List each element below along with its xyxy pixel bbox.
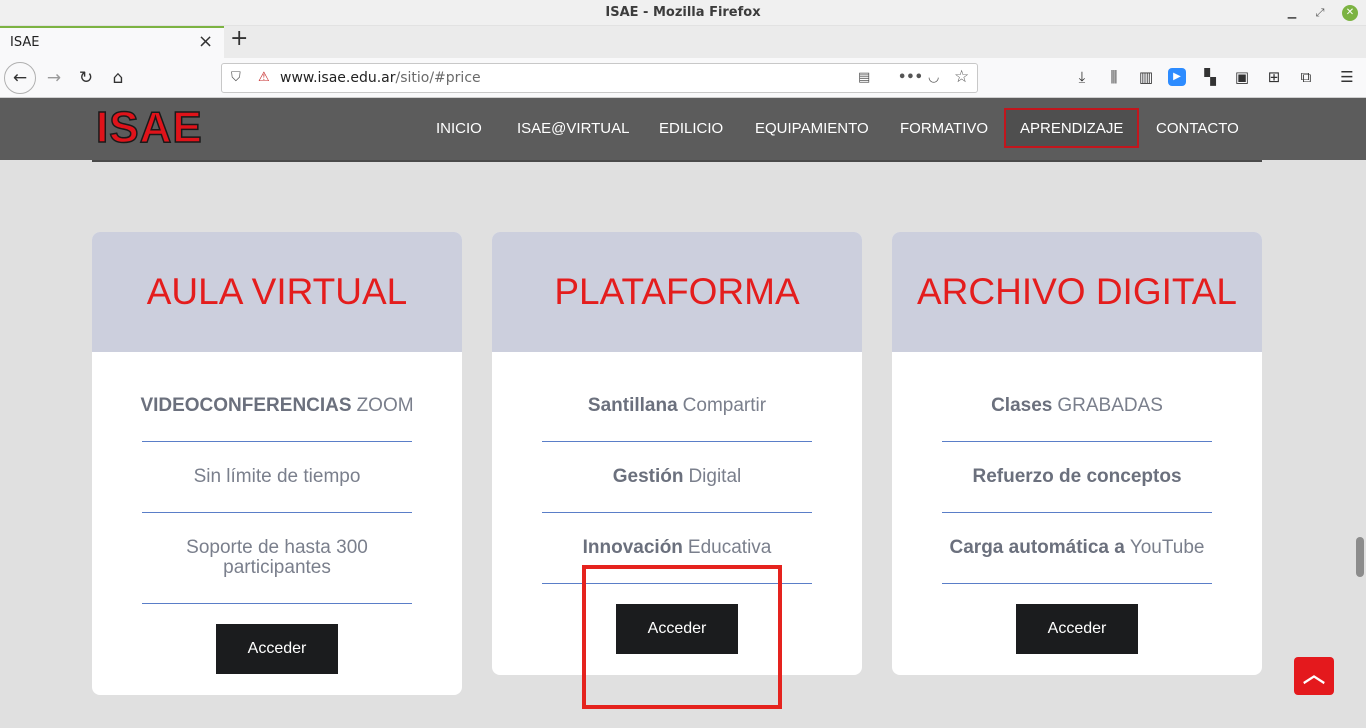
tab-strip: ISAE × + (0, 26, 1366, 58)
feature-bold: Refuerzo de conceptos (972, 466, 1182, 487)
feature-text: Digital (688, 466, 742, 487)
zoom-extension-icon[interactable]: ▶ (1168, 68, 1186, 86)
pocket-icon[interactable]: ◡ (928, 70, 939, 85)
card-title: PLATAFORMA (554, 271, 800, 312)
acceder-button[interactable]: Acceder (216, 624, 338, 674)
home-icon[interactable]: ⌂ (104, 64, 132, 92)
site-logo[interactable]: ISAE (95, 105, 203, 151)
highlight-annotation-box (582, 565, 782, 709)
library-icon[interactable]: ⫼ (1103, 68, 1125, 86)
card-archivo-digital: ARCHIVO DIGITAL Clases GRABADAS Refuerzo … (892, 232, 1262, 675)
tracking-shield-icon[interactable]: ⛉ (231, 70, 241, 85)
hamburger-menu-icon[interactable]: ☰ (1336, 68, 1358, 86)
section-divider (92, 160, 1262, 162)
bookmark-star-icon[interactable]: ☆ (954, 67, 969, 87)
feature-text: Soporte de hasta 300 participantes (186, 537, 368, 578)
reader-view-icon[interactable]: ▤ (858, 70, 870, 85)
feature-item: VIDEOCONFERENCIAS ZOOM (140, 352, 414, 442)
card-title: ARCHIVO DIGITAL (916, 271, 1238, 312)
feature-item: Clases GRABADAS (942, 352, 1212, 442)
page-scrollbar[interactable] (1356, 537, 1364, 577)
page-actions-icon[interactable]: ••• (898, 70, 923, 85)
feature-text: Sin límite de tiempo (193, 466, 361, 487)
feature-bold: VIDEOCONFERENCIAS (140, 394, 352, 416)
insecure-lock-icon[interactable]: ⚠ (258, 70, 270, 85)
url-bar[interactable]: ⛉ ⚠ www.isae.edu.ar/sitio/#price ▤ ••• ◡… (221, 63, 978, 93)
feature-bold: Carga automática a (949, 537, 1125, 558)
nav-contacto[interactable]: CONTACTO (1156, 98, 1239, 160)
url-text[interactable]: www.isae.edu.ar/sitio/#price (280, 70, 481, 86)
extension-grid-icon[interactable]: ▚ (1199, 68, 1221, 86)
feature-text: Compartir (682, 394, 767, 416)
nav-isae-virtual[interactable]: ISAE@VIRTUAL (517, 98, 630, 160)
extension-screenshot-icon[interactable]: ⊞ (1263, 68, 1285, 86)
feature-bold: Clases (991, 394, 1053, 416)
new-tab-icon[interactable]: + (230, 26, 252, 51)
feature-item: Gestión Digital (542, 442, 812, 513)
feature-text: Educativa (687, 537, 772, 558)
card-title: AULA VIRTUAL (146, 271, 408, 312)
url-path: /sitio/#price (395, 70, 481, 86)
tab-close-icon[interactable]: × (198, 31, 213, 52)
card-header: ARCHIVO DIGITAL (892, 232, 1262, 352)
tab-title: ISAE (10, 35, 40, 50)
download-icon[interactable]: ⤓ (1071, 68, 1093, 86)
nav-inicio[interactable]: INICIO (436, 98, 482, 160)
feature-bold: Gestión (612, 466, 684, 487)
back-icon[interactable]: ← (4, 62, 36, 94)
feature-item: Santillana Compartir (542, 352, 812, 442)
extension-avatar-icon[interactable]: ▣ (1231, 68, 1253, 86)
feature-item: Sin límite de tiempo (142, 442, 412, 513)
feature-bold: Innovación (582, 537, 683, 558)
feature-item: Soporte de hasta 300 participantes (142, 513, 412, 604)
window-titlebar: ISAE - Mozilla Firefox ▁ ⤢ ✕ (0, 0, 1366, 26)
reload-icon[interactable]: ↻ (72, 64, 100, 92)
forward-icon[interactable]: → (40, 64, 68, 92)
maximize-icon[interactable]: ⤢ (1312, 5, 1328, 21)
site-header: ISAE INICIO ISAE@VIRTUAL EDILICIO EQUIPA… (0, 98, 1366, 160)
feature-text: GRABADAS (1057, 394, 1163, 416)
close-window-icon[interactable]: ✕ (1342, 5, 1358, 21)
nav-aprendizaje[interactable]: APRENDIZAJE (1004, 108, 1140, 148)
nav-equipamiento[interactable]: EQUIPAMIENTO (755, 98, 869, 160)
card-header: PLATAFORMA (492, 232, 862, 352)
nav-formativo[interactable]: FORMATIVO (900, 98, 988, 160)
feature-text: ZOOM (356, 394, 414, 416)
acceder-button[interactable]: Acceder (1016, 604, 1138, 654)
window-title: ISAE - Mozilla Firefox (605, 5, 761, 20)
chevron-up-icon[interactable]: ︿ (1294, 657, 1334, 695)
extension-translate-icon[interactable]: ⧉ (1295, 68, 1317, 86)
card-header: AULA VIRTUAL (92, 232, 462, 352)
card-aula-virtual: AULA VIRTUAL VIDEOCONFERENCIAS ZOOM Sin l… (92, 232, 462, 695)
feature-item: Refuerzo de conceptos (942, 442, 1212, 513)
nav-edilicio[interactable]: EDILICIO (659, 98, 723, 160)
browser-tab[interactable]: ISAE × (0, 26, 224, 58)
url-domain: www.isae.edu.ar (280, 70, 396, 86)
minimize-icon[interactable]: ▁ (1284, 5, 1300, 21)
feature-text: YouTube (1129, 537, 1205, 558)
browser-navbar: ← → ↻ ⌂ ⛉ ⚠ www.isae.edu.ar/sitio/#price… (0, 58, 1366, 98)
feature-item: Carga automática a YouTube (942, 513, 1212, 584)
sidebar-icon[interactable]: ▥ (1135, 68, 1157, 86)
feature-bold: Santillana (587, 394, 678, 416)
